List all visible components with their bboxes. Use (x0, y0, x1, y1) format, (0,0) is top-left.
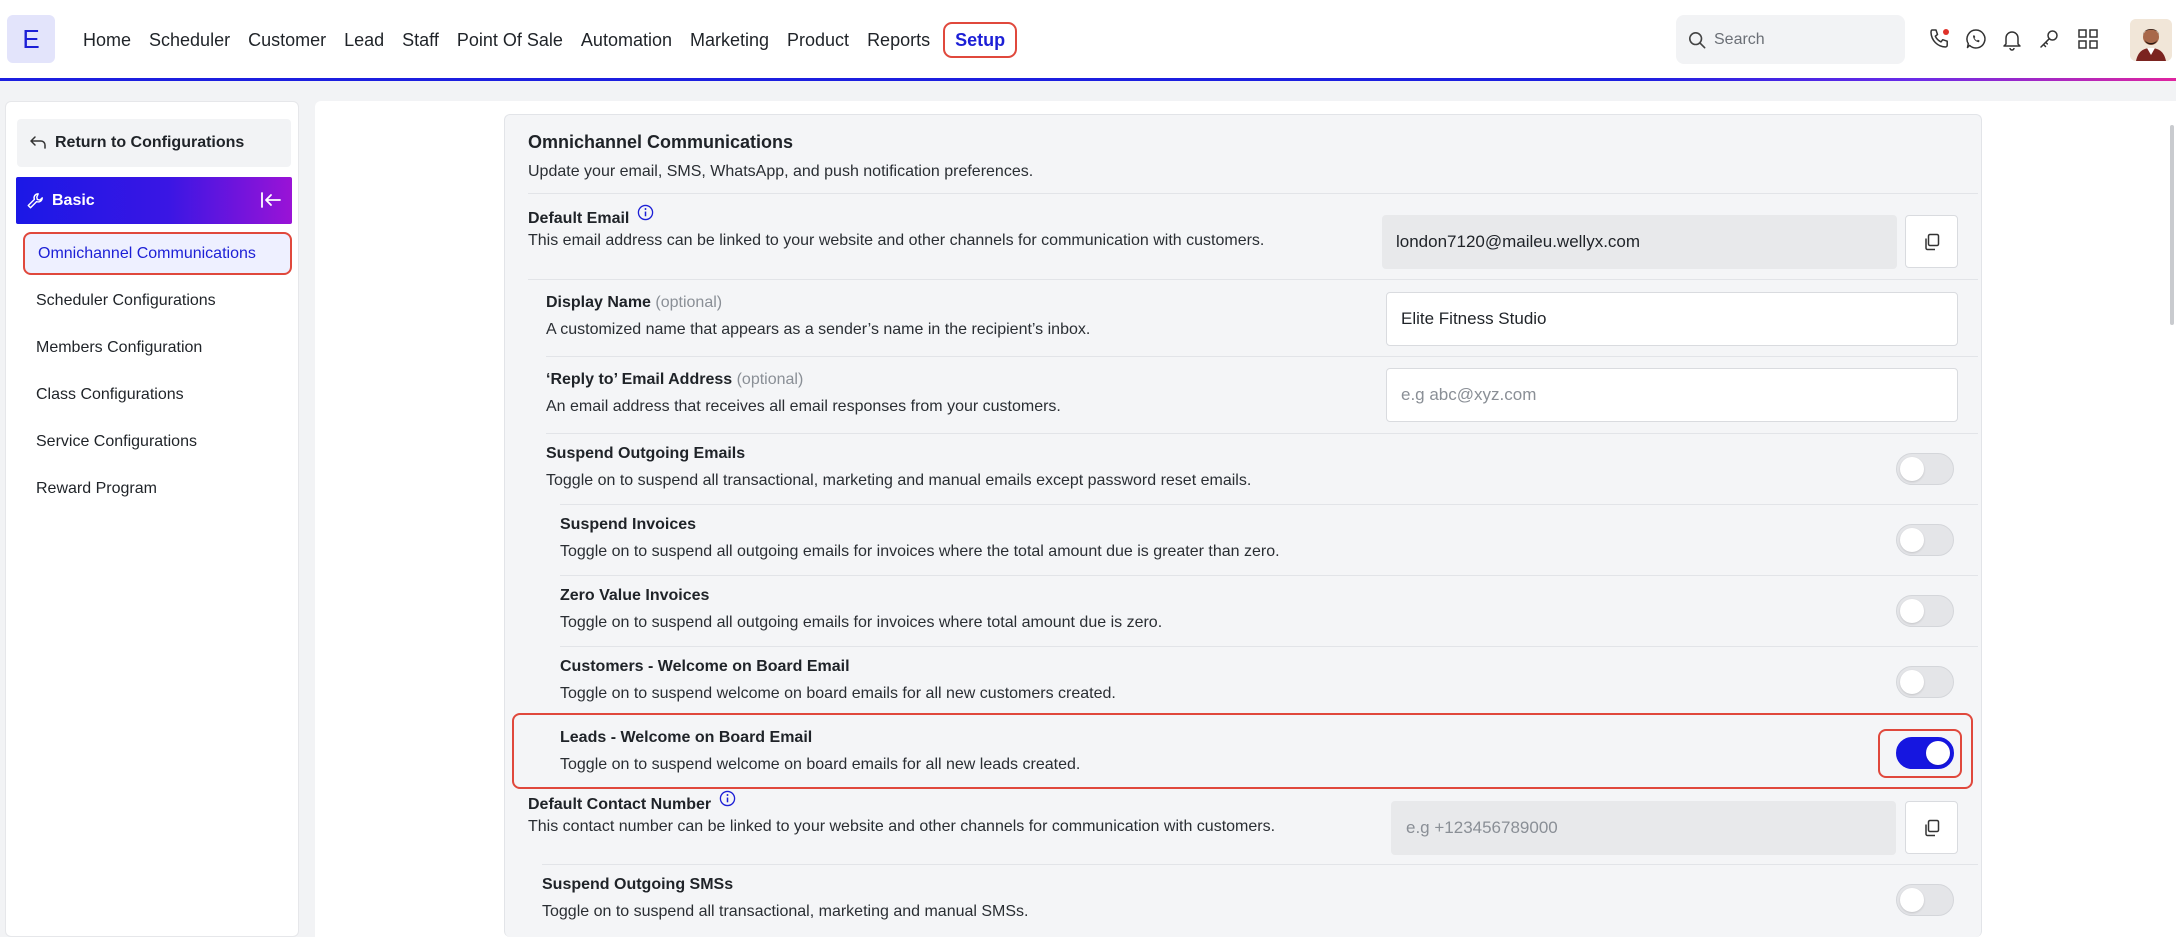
divider (560, 646, 1978, 647)
zero-value-invoices-title: Zero Value Invoices (560, 587, 710, 604)
leads-welcome-title: Leads - Welcome on Board Email (560, 729, 813, 746)
divider (528, 279, 1978, 280)
suspend-sms-row: Suspend Outgoing SMSs Toggle on to suspe… (542, 876, 1029, 921)
display-name-row: Display Name (optional) A customized nam… (546, 294, 1090, 339)
divider (546, 356, 1978, 357)
wrench-icon (27, 192, 43, 208)
page-scrollbar[interactable] (2170, 125, 2174, 325)
sidebar-item-reward-program[interactable]: Reward Program (36, 480, 157, 498)
display-name-input[interactable]: Elite Fitness Studio (1386, 292, 1958, 346)
zero-value-invoices-toggle[interactable] (1896, 595, 1954, 627)
copy-icon (1924, 819, 1939, 836)
nav-automation[interactable]: Automation (572, 22, 681, 58)
whatsapp-icon[interactable] (1963, 26, 1989, 52)
reply-to-row: ‘Reply to’ Email Address (optional) An e… (546, 371, 1061, 416)
nav-scheduler[interactable]: Scheduler (140, 22, 239, 58)
default-contact-field: e.g +123456789000 (1391, 801, 1896, 855)
return-label: Return to Configurations (55, 134, 245, 151)
divider (542, 864, 1978, 865)
nav-reports[interactable]: Reports (858, 22, 939, 58)
phone-icon[interactable] (1926, 26, 1952, 52)
divider (560, 575, 1978, 576)
default-contact-desc: This contact number can be linked to you… (528, 818, 1276, 835)
default-contact-title: Default Contact Number (528, 796, 712, 813)
divider (560, 504, 1978, 505)
nav-point-of-sale[interactable]: Point Of Sale (448, 22, 572, 58)
default-contact-row: Default Contact Number This contact numb… (528, 790, 1276, 836)
apps-grid-icon[interactable] (2075, 26, 2101, 52)
section-header: Omnichannel Communications Update your e… (528, 132, 1033, 181)
default-email-row: Default Email This email address can be … (528, 204, 1265, 250)
suspend-emails-toggle[interactable] (1896, 453, 1954, 485)
default-email-desc: This email address can be linked to your… (528, 232, 1265, 249)
zero-value-invoices-row: Zero Value Invoices Toggle on to suspend… (560, 587, 1162, 632)
display-name-title: Display Name (546, 294, 651, 311)
default-email-field: london7120@maileu.wellyx.com (1382, 215, 1897, 269)
key-icon[interactable] (2036, 26, 2062, 52)
sidebar-item-omnichannel-communications[interactable]: Omnichannel Communications (23, 232, 292, 275)
main-nav: Home Scheduler Customer Lead Staff Point… (74, 22, 1018, 58)
leads-welcome-toggle[interactable] (1896, 737, 1954, 769)
suspend-emails-desc: Toggle on to suspend all transactional, … (546, 472, 1252, 489)
info-icon[interactable] (637, 204, 654, 221)
display-name-desc: A customized name that appears as a send… (546, 321, 1091, 338)
topbar-accent-line (0, 78, 2176, 81)
search-icon (1688, 31, 1706, 48)
copy-contact-button[interactable] (1905, 801, 1958, 854)
suspend-emails-row: Suspend Outgoing Emails Toggle on to sus… (546, 445, 1251, 490)
basic-group-header: Basic (16, 177, 292, 224)
nav-lead[interactable]: Lead (335, 22, 393, 58)
suspend-sms-toggle[interactable] (1896, 884, 1954, 916)
bell-icon[interactable] (1999, 26, 2025, 52)
reply-to-desc: An email address that receives all email… (546, 398, 1061, 415)
nav-staff[interactable]: Staff (393, 22, 448, 58)
suspend-sms-title: Suspend Outgoing SMSs (542, 876, 734, 893)
sidebar-item-class-configurations[interactable]: Class Configurations (36, 386, 184, 404)
user-avatar[interactable] (2130, 19, 2172, 61)
sidebar-item-scheduler-configurations[interactable]: Scheduler Configurations (36, 292, 216, 310)
brand-logo[interactable]: E (7, 15, 55, 63)
basic-group-label: Basic (52, 191, 95, 209)
copy-email-button[interactable] (1905, 215, 1958, 268)
optional-tag: (optional) (655, 294, 723, 311)
reply-to-email-input[interactable]: e.g abc@xyz.com (1386, 368, 1958, 422)
suspend-invoices-toggle[interactable] (1896, 524, 1954, 556)
nav-setup[interactable]: Setup (943, 22, 1018, 58)
suspend-invoices-row: Suspend Invoices Toggle on to suspend al… (560, 516, 1280, 561)
suspend-invoices-title: Suspend Invoices (560, 516, 697, 533)
customers-welcome-toggle[interactable] (1896, 666, 1954, 698)
copy-icon (1924, 233, 1939, 250)
section-subtitle: Update your email, SMS, WhatsApp, and pu… (528, 163, 1034, 180)
suspend-sms-desc: Toggle on to suspend all transactional, … (542, 903, 1029, 920)
customers-welcome-desc: Toggle on to suspend welcome on board em… (560, 685, 1116, 702)
zero-value-invoices-desc: Toggle on to suspend all outgoing emails… (560, 614, 1163, 631)
divider (528, 193, 1978, 194)
reply-to-title: ‘Reply to’ Email Address (546, 371, 733, 388)
customers-welcome-row: Customers - Welcome on Board Email Toggl… (560, 658, 1116, 703)
customers-welcome-title: Customers - Welcome on Board Email (560, 658, 850, 675)
default-email-title: Default Email (528, 210, 630, 227)
optional-tag: (optional) (736, 371, 804, 388)
sidebar-item-members-configuration[interactable]: Members Configuration (36, 339, 202, 357)
sidebar-item-service-configurations[interactable]: Service Configurations (36, 433, 197, 451)
info-icon[interactable] (719, 790, 736, 807)
search-input[interactable] (1714, 30, 1884, 49)
nav-customer[interactable]: Customer (239, 22, 335, 58)
leads-welcome-desc: Toggle on to suspend welcome on board em… (560, 756, 1081, 773)
return-arrow-icon (30, 136, 46, 149)
leads-welcome-row: Leads - Welcome on Board Email Toggle on… (560, 729, 1080, 774)
section-title: Omnichannel Communications (528, 132, 794, 152)
divider (546, 433, 1978, 434)
nav-product[interactable]: Product (778, 22, 858, 58)
nav-marketing[interactable]: Marketing (681, 22, 778, 58)
nav-home[interactable]: Home (74, 22, 140, 58)
top-navigation-bar: E Home Scheduler Customer Lead Staff Poi… (0, 0, 2176, 80)
return-to-configurations-button[interactable]: Return to Configurations (17, 119, 291, 167)
suspend-invoices-desc: Toggle on to suspend all outgoing emails… (560, 543, 1280, 560)
suspend-emails-title: Suspend Outgoing Emails (546, 445, 746, 462)
collapse-sidebar-icon[interactable] (260, 190, 282, 210)
settings-sidebar: Return to Configurations Basic Omnichann… (5, 101, 299, 937)
search-box[interactable] (1676, 15, 1905, 64)
